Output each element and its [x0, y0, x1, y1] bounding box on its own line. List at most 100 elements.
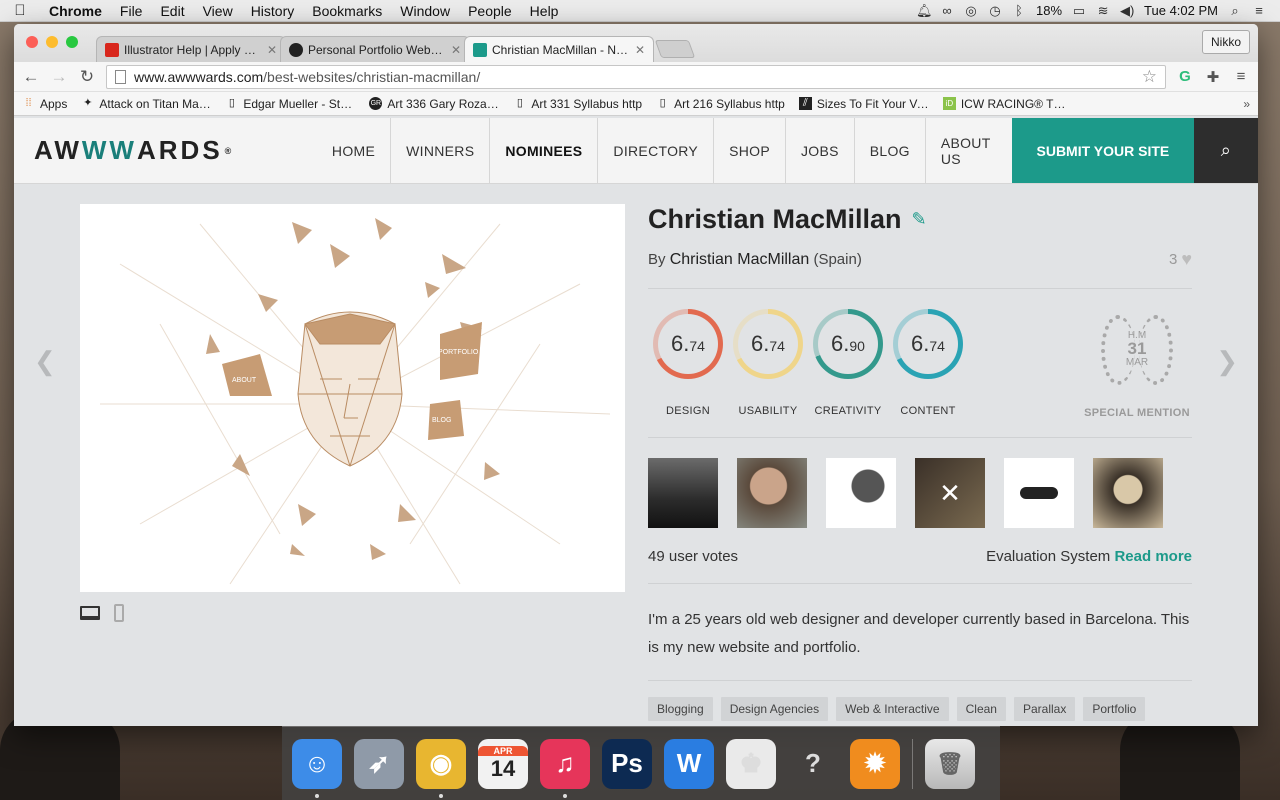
creative-cloud-icon[interactable]: ∞: [940, 3, 954, 18]
itunes-icon[interactable]: ♫: [540, 738, 590, 798]
avatar[interactable]: [648, 458, 718, 528]
avatar[interactable]: [826, 458, 896, 528]
score-ring: 6.74: [733, 309, 803, 379]
more-bookmarks-icon[interactable]: »: [1243, 97, 1250, 111]
tag[interactable]: Web & Interactive: [836, 697, 949, 721]
battery-icon[interactable]: ▭: [1072, 3, 1086, 18]
tab-label: Illustrator Help | Apply or e...: [124, 42, 262, 57]
volume-icon[interactable]: ◀): [1120, 3, 1134, 18]
extensions-puzzle-icon[interactable]: ✚: [1204, 68, 1222, 86]
submit-site-button[interactable]: SUBMIT YOUR SITE: [1012, 118, 1194, 183]
minimize-window-button[interactable]: [46, 36, 58, 48]
like-button[interactable]: 3 ♥: [1169, 249, 1192, 270]
back-arrow-icon[interactable]: ←: [22, 67, 40, 87]
nav-nominees[interactable]: NOMINEES: [489, 118, 597, 183]
nav-shop[interactable]: SHOP: [713, 118, 785, 183]
bookmark-art-331[interactable]: ▯ Art 331 Syllabus http: [513, 97, 642, 111]
website-screenshot[interactable]: ABOUT PORTFOLIO BLOG: [80, 204, 625, 592]
spotlight-search-icon[interactable]: ⌕: [1228, 3, 1242, 18]
bookmark-star-icon[interactable]: ☆: [1142, 67, 1157, 87]
calendar-icon[interactable]: APR 14: [478, 738, 528, 789]
grammarly-extension-icon[interactable]: G: [1176, 68, 1194, 85]
nav-directory[interactable]: DIRECTORY: [597, 118, 713, 183]
tag[interactable]: Blogging: [648, 697, 713, 721]
close-tab-icon[interactable]: ✕: [267, 43, 277, 57]
menu-people[interactable]: People: [459, 3, 521, 19]
previous-arrow-icon[interactable]: ❮: [34, 346, 56, 377]
bookmark-sizes-to-fit[interactable]: ⫽ Sizes To Fit Your Veh: [798, 97, 929, 111]
profile-button[interactable]: Nikko: [1201, 30, 1250, 54]
chrome-window: Illustrator Help | Apply or e... ✕ Perso…: [14, 24, 1258, 726]
page-info-icon[interactable]: [115, 69, 126, 84]
bookmark-edgar-mueller[interactable]: ▯ Edgar Mueller - Street: [225, 97, 356, 111]
nav-home[interactable]: HOME: [317, 118, 390, 183]
tab-personal-portfolio[interactable]: Personal Portfolio Website ✕: [280, 36, 470, 62]
chrome-icon[interactable]: ◉: [416, 738, 466, 798]
menu-window[interactable]: Window: [391, 3, 459, 19]
clock[interactable]: Tue 4:02 PM: [1144, 3, 1218, 18]
bluetooth-icon[interactable]: ᛒ: [1012, 3, 1026, 18]
menu-help[interactable]: Help: [521, 3, 568, 19]
menu-edit[interactable]: Edit: [151, 3, 193, 19]
bookmark-art-336[interactable]: GR Art 336 Gary Rozanc: [369, 97, 499, 111]
close-tab-icon[interactable]: ✕: [635, 43, 645, 57]
close-tab-icon[interactable]: ✕: [451, 43, 461, 57]
trash-icon[interactable]: 🗑︎: [925, 738, 975, 789]
bookmark-apps[interactable]: ⁞⁞ Apps: [22, 97, 67, 111]
avatar[interactable]: [737, 458, 807, 528]
nav-about-us[interactable]: ABOUT US: [924, 118, 1012, 183]
menu-bookmarks[interactable]: Bookmarks: [303, 3, 391, 19]
avast-icon[interactable]: ✹: [850, 738, 900, 789]
notification-center-icon[interactable]: ≡: [1252, 3, 1266, 18]
menu-view[interactable]: View: [194, 3, 242, 19]
mobile-view-icon[interactable]: [114, 604, 124, 622]
site-search-icon[interactable]: ⌕: [1193, 118, 1258, 183]
address-bar[interactable]: www.awwwards.com/best-websites/christian…: [106, 64, 1166, 89]
chrome-menu-icon[interactable]: ≡: [1232, 68, 1250, 85]
read-more-link[interactable]: Read more: [1114, 548, 1192, 565]
unknown-app-icon[interactable]: ?: [788, 739, 838, 789]
avatar[interactable]: ✕: [915, 458, 985, 528]
wifi-icon[interactable]: ≋: [1096, 3, 1110, 18]
word-icon[interactable]: W: [664, 738, 714, 789]
nav-winners[interactable]: WINNERS: [390, 118, 489, 183]
tab-christian-macmillan[interactable]: Christian MacMillan - Nomi... ✕: [464, 36, 654, 62]
photoshop-icon[interactable]: Ps: [602, 738, 652, 789]
menu-file[interactable]: File: [111, 3, 152, 19]
desktop-view-icon[interactable]: [80, 606, 100, 620]
mic-app-icon[interactable]: ♚: [726, 738, 776, 789]
close-window-button[interactable]: [26, 36, 38, 48]
score-int: 6.: [751, 331, 770, 356]
launchpad-icon[interactable]: ➶: [354, 738, 404, 789]
nav-blog[interactable]: BLOG: [853, 118, 925, 183]
author-link[interactable]: Christian MacMillan: [670, 251, 810, 269]
tab-illustrator-help[interactable]: Illustrator Help | Apply or e... ✕: [96, 36, 286, 62]
score-design: 6.74 DESIGN: [648, 309, 728, 417]
awwwards-logo[interactable]: AW WW ARDS ®: [14, 118, 317, 183]
finder-icon[interactable]: ☺: [292, 738, 342, 798]
avatar[interactable]: [1004, 458, 1074, 528]
new-tab-button[interactable]: [654, 40, 696, 58]
tag[interactable]: Portfolio: [1083, 697, 1146, 721]
bookmark-art-216[interactable]: ▯ Art 216 Syllabus http: [656, 97, 785, 111]
zoom-window-button[interactable]: [66, 36, 78, 48]
bookmark-icw-racing[interactable]: iD ICW RACING® TSUN: [942, 97, 1073, 111]
forward-arrow-icon[interactable]: →: [50, 67, 68, 87]
notification-bell-icon[interactable]: 🔔︎: [916, 3, 933, 18]
tag[interactable]: Clean: [956, 697, 1006, 721]
next-arrow-icon[interactable]: ❯: [1216, 346, 1238, 377]
reload-icon[interactable]: ↻: [78, 67, 96, 87]
menu-history[interactable]: History: [242, 3, 304, 19]
bookmark-attack-on-titan[interactable]: ✦ Attack on Titan Manga: [81, 97, 211, 111]
laurel-icon: H.M 31 MAR: [1097, 309, 1177, 389]
apple-menu-icon[interactable]: : [0, 2, 40, 19]
app-menu[interactable]: Chrome: [40, 3, 111, 19]
site-header: AW WW ARDS ® HOME WINNERS NOMINEES DIRECTOR…: [14, 118, 1258, 184]
time-machine-icon[interactable]: ◷: [988, 3, 1002, 18]
whale-icon: [1020, 487, 1058, 499]
avatar[interactable]: [1093, 458, 1163, 528]
tag[interactable]: Parallax: [1013, 697, 1076, 721]
tag[interactable]: Design Agencies: [720, 697, 829, 721]
grammarly-icon[interactable]: ◎: [964, 3, 978, 18]
nav-jobs[interactable]: JOBS: [784, 118, 854, 183]
